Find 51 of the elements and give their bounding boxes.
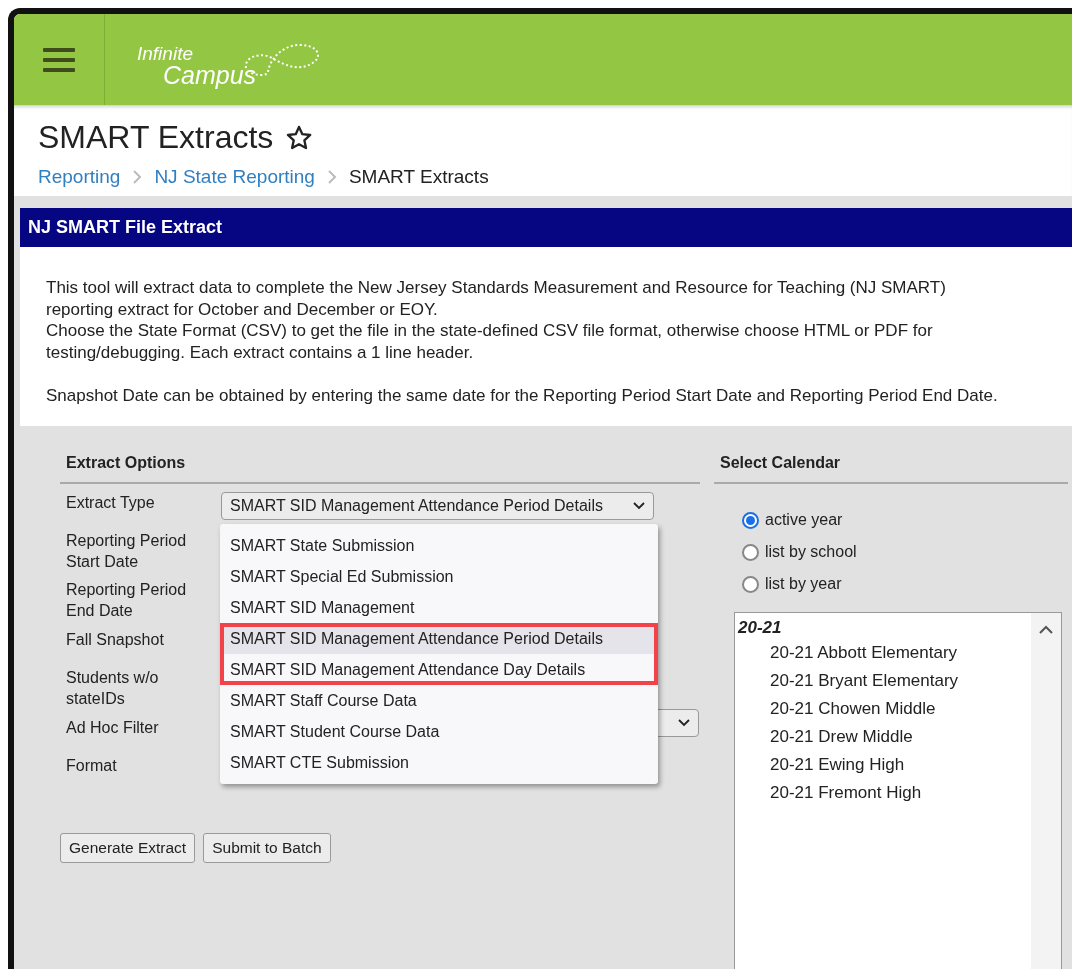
calendar-item[interactable]: 20-21 Bryant Elementary <box>738 667 1028 695</box>
star-icon[interactable] <box>285 123 314 152</box>
radio-button[interactable] <box>742 575 759 593</box>
description-text: Choose the State Format (CSV) to get the file in the state-defined CSV file format, otherwise choose HTML or PDF for testing/debugging. Each extract contains a 1 line header. <box>46 320 934 363</box>
extract-type-select[interactable]: SMART SID Management Attendance Period Details <box>221 492 654 520</box>
dropdown-option[interactable]: SMART SID Management Attendance Period Details <box>220 623 658 654</box>
scroll-up-icon[interactable] <box>1039 625 1053 634</box>
field-label: Ad Hoc Filter <box>65 718 160 738</box>
dropdown-option[interactable]: SMART SID Management Attendance Day Details <box>220 654 658 685</box>
breadcrumb-link[interactable]: Reporting <box>38 166 121 188</box>
radio-button[interactable] <box>742 511 759 529</box>
action-button[interactable]: Generate Extract <box>60 833 196 863</box>
dropdown-option[interactable]: SMART SID Management <box>220 592 658 623</box>
field-label: Reporting Period Start Date <box>65 531 188 572</box>
chevron-icon <box>132 169 143 185</box>
description-text: Snapshot Date can be obtained by entering the same date for the Reporting Period Start Date and Reporting Period End Date. <box>46 384 999 406</box>
caret-icon <box>633 502 645 510</box>
dropdown-option[interactable]: SMART State Submission <box>220 530 658 561</box>
radio-button[interactable] <box>742 543 759 561</box>
scrollbar[interactable] <box>1031 613 1061 969</box>
radio-label[interactable]: list by year <box>765 575 842 593</box>
dropdown-option[interactable]: SMART Staff Course Data <box>220 685 658 716</box>
dropdown-option[interactable]: SMART Student Course Data <box>220 716 658 747</box>
menu-icon[interactable] <box>43 46 75 73</box>
section-title: Extract Options <box>60 448 700 484</box>
calendar-item[interactable]: 20-21 Abbott Elementary <box>738 639 1028 667</box>
section-title: Select Calendar <box>714 448 1068 484</box>
calendar-item[interactable]: 20-21 Fremont High <box>738 779 1028 807</box>
calendar-item[interactable]: 20-21 Drew Middle <box>738 723 1028 751</box>
field-label: Extract Type <box>65 493 156 513</box>
dropdown-option[interactable]: SMART CTE Submission <box>220 747 658 778</box>
field-label: Format <box>65 756 118 776</box>
logo-text: Infinite <box>137 44 194 63</box>
page-title: SMART Extracts <box>38 119 274 156</box>
radio-label[interactable]: list by school <box>765 543 857 561</box>
breadcrumb-link[interactable]: NJ State Reporting <box>154 166 315 188</box>
dropdown-option[interactable]: SMART Special Ed Submission <box>220 561 658 592</box>
field-label: Students w/o stateIDs <box>65 668 160 709</box>
field-label: Reporting Period End Date <box>65 580 188 621</box>
field-label: Fall Snapshot <box>65 630 165 650</box>
group-heading: 20-21 <box>738 617 783 639</box>
panel-header: NJ SMART File Extract <box>20 208 1072 247</box>
logo-text: Campus <box>163 63 257 88</box>
calendar-item[interactable]: 20-21 Chowen Middle <box>738 695 1028 723</box>
description-text: This tool will extract data to complete the New Jersey Standards Measurement and Resource for Teaching (NJ SMART) reporting extract for October and December or EOY. <box>46 277 947 320</box>
chevron-icon <box>326 169 337 185</box>
caret-icon <box>678 719 690 727</box>
calendar-item[interactable]: 20-21 Ewing High <box>738 751 1028 779</box>
breadcrumb-current: SMART Extracts <box>348 166 489 188</box>
radio-label[interactable]: active year <box>765 511 843 529</box>
action-button[interactable]: Submit to Batch <box>203 833 331 863</box>
